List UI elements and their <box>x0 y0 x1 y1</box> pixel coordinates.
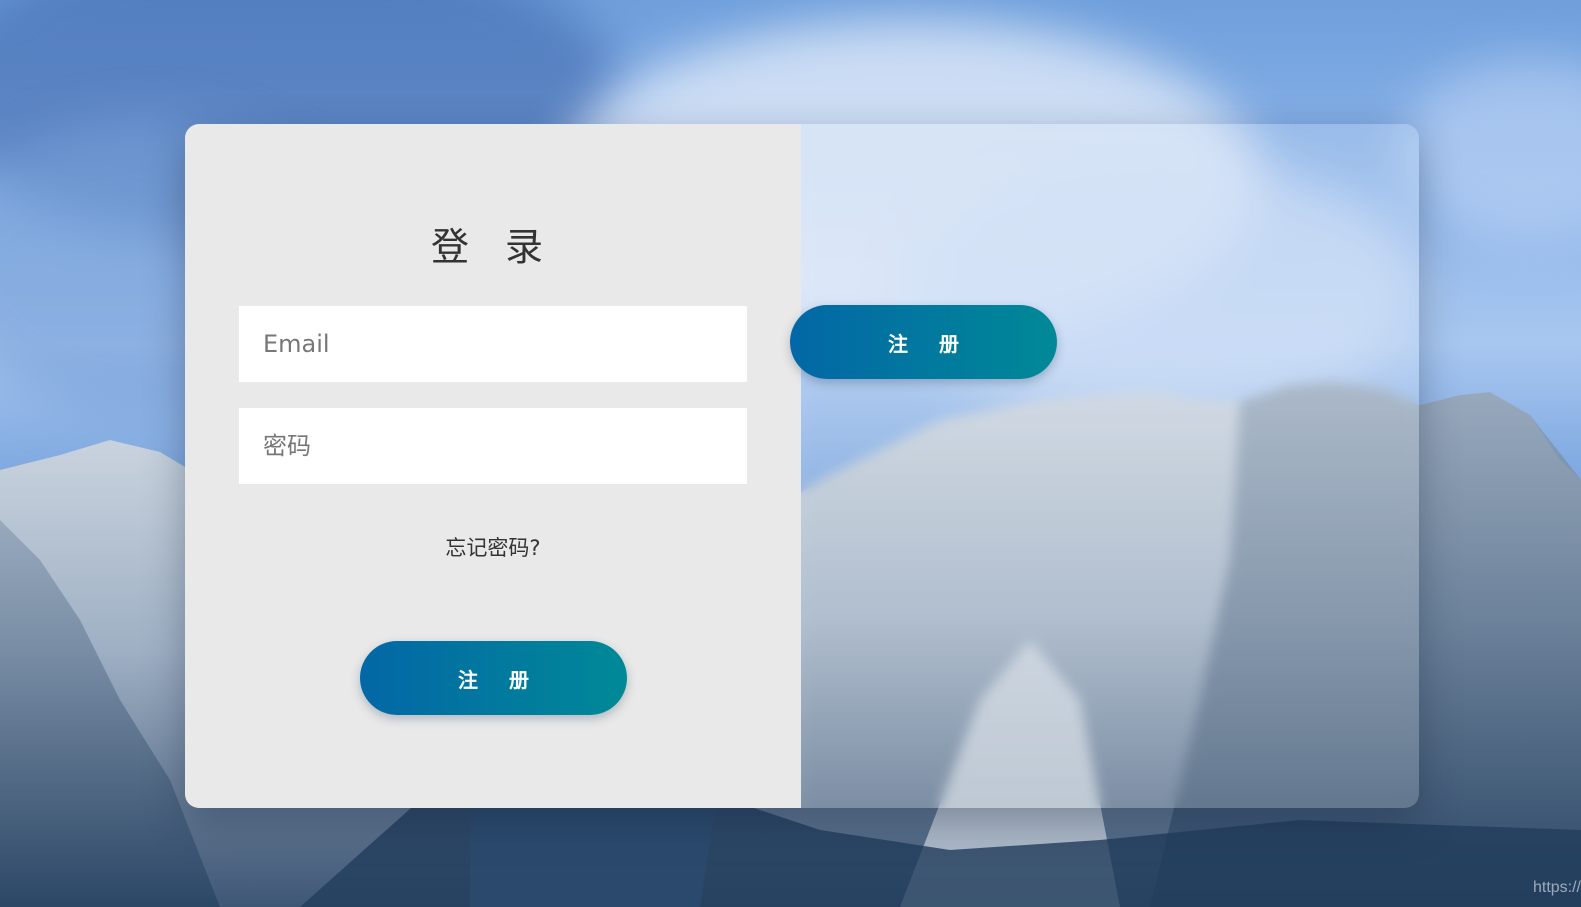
email-input[interactable] <box>239 306 747 382</box>
overlay-panel <box>801 124 1419 808</box>
page-background: 登 录 忘记密码? 注 册 注 册 https:// <box>0 0 1581 907</box>
url-watermark: https:// <box>1532 879 1581 896</box>
register-submit-button[interactable]: 注 册 <box>360 641 627 715</box>
password-input[interactable] <box>239 408 747 484</box>
login-title: 登 录 <box>430 225 556 269</box>
switch-to-register-button[interactable]: 注 册 <box>790 305 1057 379</box>
auth-card: 登 录 忘记密码? 注 册 <box>185 124 1419 808</box>
forgot-password-link[interactable]: 忘记密码? <box>185 532 801 562</box>
login-form-panel: 登 录 忘记密码? 注 册 <box>185 124 801 808</box>
